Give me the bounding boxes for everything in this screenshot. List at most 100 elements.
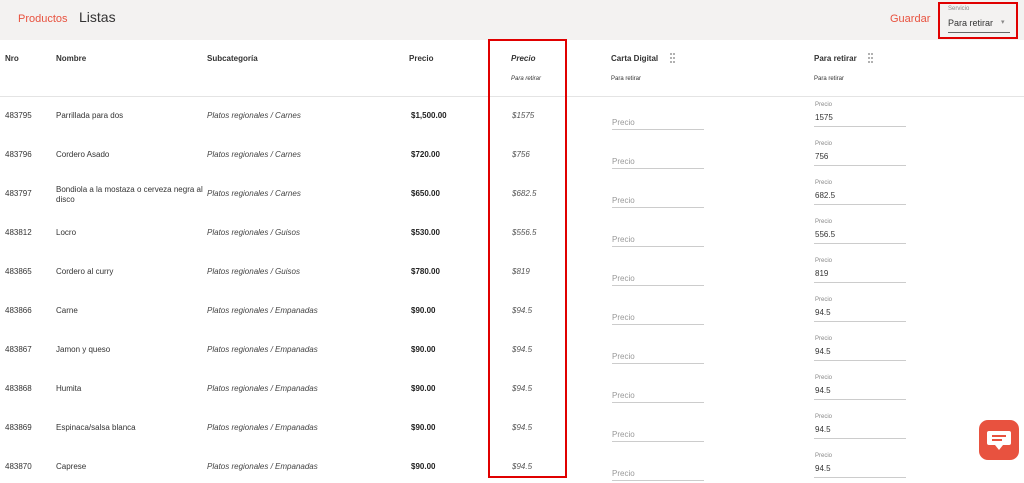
carta-digital-input[interactable]: Precio	[612, 114, 704, 130]
page-title: Listas	[79, 9, 116, 25]
row-precio-retirar: $556.5	[512, 228, 537, 237]
carta-digital-placeholder: Precio	[612, 469, 635, 478]
input-underline	[814, 321, 906, 322]
row-subcategoria: Platos regionales / Carnes	[207, 150, 301, 159]
header-para-retirar-sub: Para retirar	[814, 76, 845, 82]
carta-digital-input[interactable]: Precio	[612, 153, 704, 169]
carta-digital-placeholder: Precio	[612, 235, 635, 244]
para-retirar-input[interactable]: Precio 819	[814, 258, 906, 284]
dots-vertical-icon[interactable]	[670, 53, 675, 64]
row-precio-retirar: $819	[512, 267, 530, 276]
input-underline	[612, 285, 704, 286]
row-nombre: Bondiola a la mostaza o cerveza negra al…	[56, 185, 203, 204]
header-subcategoria[interactable]: Subcategoría	[207, 54, 258, 63]
highlight-frame	[488, 39, 567, 478]
carta-digital-input[interactable]: Precio	[612, 270, 704, 286]
para-retirar-input[interactable]: Precio 556.5	[814, 219, 906, 245]
row-subcategoria: Platos regionales / Carnes	[207, 189, 301, 198]
row-nro: 483869	[5, 423, 32, 432]
carta-digital-input[interactable]: Precio	[612, 426, 704, 442]
para-retirar-value: 682.5	[815, 191, 836, 200]
input-underline	[814, 438, 906, 439]
para-retirar-input[interactable]: Precio 682.5	[814, 180, 906, 206]
carta-digital-input[interactable]: Precio	[612, 192, 704, 208]
para-retirar-label: Precio	[815, 375, 833, 381]
para-retirar-input[interactable]: Precio 94.5	[814, 297, 906, 323]
header-nombre[interactable]: Nombre	[56, 54, 86, 63]
para-retirar-input[interactable]: Precio 94.5	[814, 414, 906, 440]
para-retirar-value: 556.5	[815, 230, 836, 239]
header-precio[interactable]: Precio	[409, 54, 433, 63]
row-nombre: Carne	[56, 306, 78, 315]
carta-digital-placeholder: Precio	[612, 313, 635, 322]
para-retirar-input[interactable]: Precio 756	[814, 141, 906, 167]
carta-digital-input[interactable]: Precio	[612, 465, 704, 481]
carta-digital-input[interactable]: Precio	[612, 309, 704, 325]
save-button[interactable]: Guardar	[890, 13, 930, 25]
servicio-value: Para retirar	[948, 18, 994, 28]
row-precio: $780.00	[411, 267, 440, 276]
carta-digital-input[interactable]: Precio	[612, 348, 704, 364]
para-retirar-label: Precio	[815, 297, 833, 303]
input-underline	[814, 243, 906, 244]
input-underline	[814, 165, 906, 166]
para-retirar-value: 94.5	[815, 386, 831, 395]
carta-digital-placeholder: Precio	[612, 352, 635, 361]
para-retirar-input[interactable]: Precio 94.5	[814, 453, 906, 479]
row-precio: $650.00	[411, 189, 440, 198]
row-precio: $720.00	[411, 150, 440, 159]
nav-productos-link[interactable]: Productos	[18, 13, 68, 25]
row-nombre: Parrillada para dos	[56, 111, 124, 120]
row-precio: $530.00	[411, 228, 440, 237]
row-nombre: Cordero al curry	[56, 267, 114, 276]
row-precio-retirar: $1575	[512, 111, 535, 120]
row-nro: 483867	[5, 345, 32, 354]
carta-digital-placeholder: Precio	[612, 391, 635, 400]
carta-digital-input[interactable]: Precio	[612, 387, 704, 403]
row-precio-retirar: $94.5	[512, 345, 533, 354]
input-underline	[814, 282, 906, 283]
carta-digital-placeholder: Precio	[612, 118, 635, 127]
para-retirar-label: Precio	[815, 180, 833, 186]
input-underline	[814, 126, 906, 127]
dots-vertical-icon[interactable]	[868, 53, 873, 64]
header-carta-digital[interactable]: Carta Digital	[611, 54, 658, 63]
para-retirar-input[interactable]: Precio 94.5	[814, 336, 906, 362]
para-retirar-value: 94.5	[815, 464, 831, 473]
row-subcategoria: Platos regionales / Carnes	[207, 111, 301, 120]
para-retirar-label: Precio	[815, 141, 833, 147]
row-nro: 483865	[5, 267, 32, 276]
servicio-select[interactable]: Servicio Para retirar ▾	[938, 2, 1018, 39]
input-underline	[814, 360, 906, 361]
header-para-retirar[interactable]: Para retirar	[814, 54, 857, 63]
para-retirar-value: 756	[815, 152, 829, 161]
para-retirar-input[interactable]: Precio 1575	[814, 102, 906, 128]
row-nombre: Caprese	[56, 462, 87, 471]
input-underline	[612, 168, 704, 169]
row-nro: 483866	[5, 306, 32, 315]
input-underline	[612, 441, 704, 442]
top-bar: Productos Listas Guardar Servicio Para r…	[0, 0, 1024, 40]
servicio-underline	[948, 32, 1010, 33]
header-precio-retirar[interactable]: Precio	[511, 54, 535, 63]
row-subcategoria: Platos regionales / Empanadas	[207, 384, 318, 393]
para-retirar-value: 94.5	[815, 308, 831, 317]
input-underline	[612, 363, 704, 364]
header-nro[interactable]: Nro	[5, 54, 19, 63]
carta-digital-input[interactable]: Precio	[612, 231, 704, 247]
carta-digital-placeholder: Precio	[612, 196, 635, 205]
row-nro: 483796	[5, 150, 32, 159]
row-nro: 483812	[5, 228, 32, 237]
row-subcategoria: Platos regionales / Empanadas	[207, 423, 318, 432]
input-underline	[612, 480, 704, 481]
row-nro: 483870	[5, 462, 32, 471]
chat-button[interactable]	[979, 420, 1019, 460]
row-nombre: Espinaca/salsa blanca	[56, 423, 136, 432]
para-retirar-input[interactable]: Precio 94.5	[814, 375, 906, 401]
row-precio: $90.00	[411, 306, 436, 315]
para-retirar-label: Precio	[815, 258, 833, 264]
para-retirar-label: Precio	[815, 219, 833, 225]
row-precio: $1,500.00	[411, 111, 447, 120]
carta-digital-placeholder: Precio	[612, 274, 635, 283]
carta-digital-placeholder: Precio	[612, 157, 635, 166]
